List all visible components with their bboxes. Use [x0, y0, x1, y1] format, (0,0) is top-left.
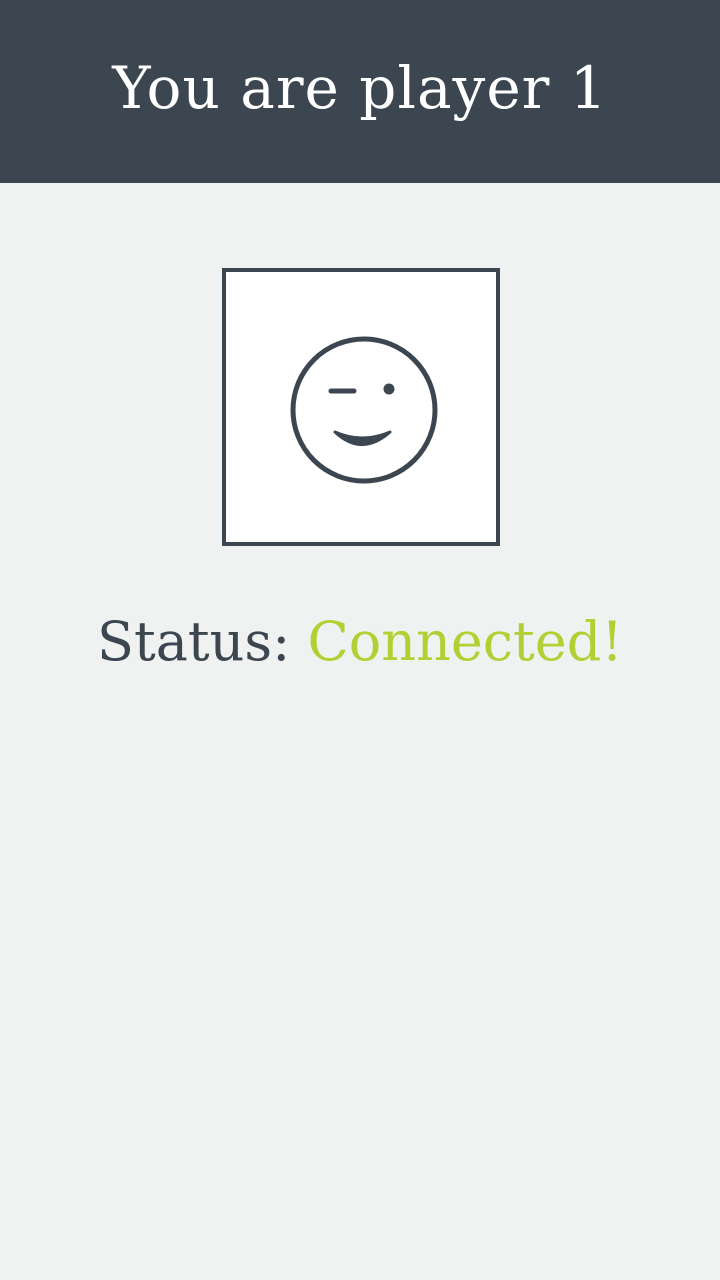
status-label: Status: — [97, 610, 291, 673]
connection-status: Status: Connected! — [0, 605, 720, 679]
page-title: You are player 1 — [112, 53, 608, 122]
status-value: Connected! — [307, 610, 623, 673]
player-avatar — [222, 268, 500, 546]
header-bar: You are player 1 — [0, 0, 720, 183]
winking-face-icon — [290, 336, 438, 484]
